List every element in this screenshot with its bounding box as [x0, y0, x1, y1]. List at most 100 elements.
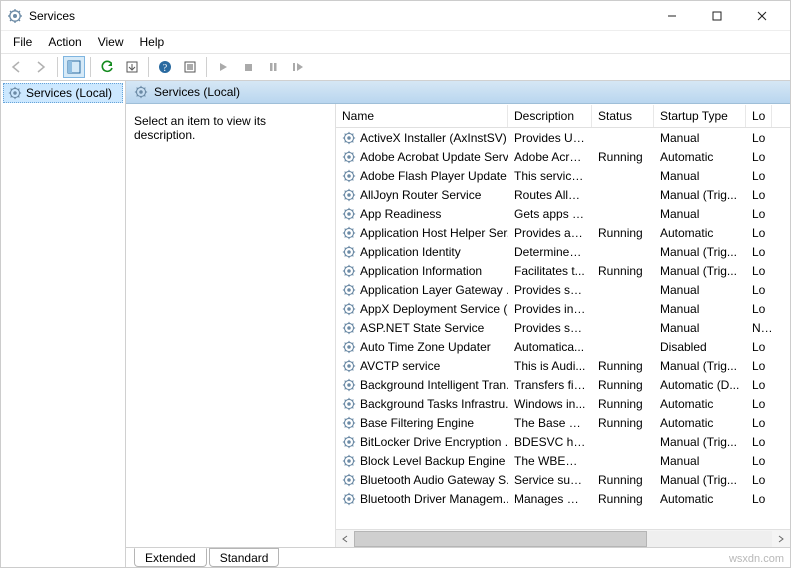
- service-name: Adobe Flash Player Update ...: [360, 169, 508, 183]
- table-row[interactable]: AVCTP serviceThis is Audi...RunningManua…: [336, 356, 790, 375]
- show-hide-console-tree-button[interactable]: [63, 56, 85, 78]
- service-name: App Readiness: [360, 207, 441, 221]
- scroll-thumb[interactable]: [354, 531, 647, 547]
- gear-icon: [342, 188, 356, 202]
- gear-icon: [342, 264, 356, 278]
- export-list-button[interactable]: [121, 56, 143, 78]
- column-headers: Name Description Status Startup Type Lo: [336, 104, 790, 128]
- table-row[interactable]: Background Intelligent Tran...Transfers …: [336, 375, 790, 394]
- table-row[interactable]: ASP.NET State ServiceProvides su...Manua…: [336, 318, 790, 337]
- table-row[interactable]: AppX Deployment Service (...Provides inf…: [336, 299, 790, 318]
- table-row[interactable]: Base Filtering EngineThe Base Fil...Runn…: [336, 413, 790, 432]
- service-status: Running: [592, 226, 654, 240]
- table-row[interactable]: Application InformationFacilitates t...R…: [336, 261, 790, 280]
- close-button[interactable]: [739, 2, 784, 30]
- service-logon: Lo: [746, 264, 772, 278]
- refresh-button[interactable]: [96, 56, 118, 78]
- service-description: Gets apps re...: [508, 207, 592, 221]
- header-status[interactable]: Status: [592, 105, 654, 127]
- service-startup: Manual (Trig...: [654, 435, 746, 449]
- tab-extended[interactable]: Extended: [134, 548, 207, 567]
- help-button[interactable]: ?: [154, 56, 176, 78]
- right-pane: Services (Local) Select an item to view …: [126, 81, 790, 567]
- table-row[interactable]: Background Tasks Infrastru...Windows in.…: [336, 394, 790, 413]
- toolbar-separator: [206, 57, 207, 77]
- table-row[interactable]: Auto Time Zone UpdaterAutomatica...Disab…: [336, 337, 790, 356]
- table-row[interactable]: Adobe Flash Player Update ...This servic…: [336, 166, 790, 185]
- service-startup: Manual: [654, 302, 746, 316]
- table-row[interactable]: ActiveX Installer (AxInstSV)Provides Us.…: [336, 128, 790, 147]
- service-description: BDESVC hos...: [508, 435, 592, 449]
- gear-icon: [342, 492, 356, 506]
- header-logon[interactable]: Lo: [746, 105, 772, 127]
- gear-icon: [342, 397, 356, 411]
- minimize-button[interactable]: [649, 2, 694, 30]
- menu-action[interactable]: Action: [40, 33, 89, 51]
- service-description: Provides su...: [508, 283, 592, 297]
- service-description: Provides inf...: [508, 302, 592, 316]
- gear-icon: [342, 416, 356, 430]
- forward-button[interactable]: [30, 56, 52, 78]
- table-row[interactable]: Block Level Backup Engine ...The WBENG..…: [336, 451, 790, 470]
- header-startup[interactable]: Startup Type: [654, 105, 746, 127]
- service-startup: Manual: [654, 131, 746, 145]
- service-logon: Lo: [746, 131, 772, 145]
- tab-standard[interactable]: Standard: [209, 548, 280, 567]
- properties-button[interactable]: [179, 56, 201, 78]
- service-startup: Manual (Trig...: [654, 264, 746, 278]
- toolbar-separator: [57, 57, 58, 77]
- menu-help[interactable]: Help: [132, 33, 173, 51]
- service-logon: Lo: [746, 397, 772, 411]
- service-startup: Automatic: [654, 150, 746, 164]
- table-row[interactable]: BitLocker Drive Encryption ...BDESVC hos…: [336, 432, 790, 451]
- service-logon: Lo: [746, 207, 772, 221]
- service-status: Running: [592, 378, 654, 392]
- gear-icon: [134, 85, 148, 99]
- gear-icon: [342, 321, 356, 335]
- table-row[interactable]: Application Layer Gateway ...Provides su…: [336, 280, 790, 299]
- service-name: Bluetooth Audio Gateway S...: [360, 473, 508, 487]
- horizontal-scrollbar[interactable]: [336, 529, 790, 547]
- pause-service-button[interactable]: [262, 56, 284, 78]
- tree-root-services-local[interactable]: Services (Local): [3, 83, 123, 103]
- service-logon: Lo: [746, 340, 772, 354]
- table-row[interactable]: Application IdentityDetermines ...Manual…: [336, 242, 790, 261]
- service-name: Application Information: [360, 264, 482, 278]
- service-startup: Disabled: [654, 340, 746, 354]
- table-row[interactable]: App ReadinessGets apps re...ManualLo: [336, 204, 790, 223]
- gear-icon: [8, 86, 22, 100]
- back-button[interactable]: [5, 56, 27, 78]
- scroll-right-icon[interactable]: [772, 531, 790, 547]
- header-name[interactable]: Name: [336, 105, 508, 127]
- service-status: Running: [592, 397, 654, 411]
- table-row[interactable]: Bluetooth Audio Gateway S...Service sup.…: [336, 470, 790, 489]
- table-row[interactable]: Bluetooth Driver Managem...Manages BT...…: [336, 489, 790, 508]
- table-row[interactable]: AllJoyn Router ServiceRoutes AllJo...Man…: [336, 185, 790, 204]
- service-name: ActiveX Installer (AxInstSV): [360, 131, 507, 145]
- gear-icon: [342, 150, 356, 164]
- service-logon: Lo: [746, 378, 772, 392]
- table-row[interactable]: Application Host Helper Ser...Provides a…: [336, 223, 790, 242]
- start-service-button[interactable]: [212, 56, 234, 78]
- header-description[interactable]: Description: [508, 105, 592, 127]
- scroll-track[interactable]: [354, 531, 772, 547]
- scroll-left-icon[interactable]: [336, 531, 354, 547]
- menu-view[interactable]: View: [90, 33, 132, 51]
- gear-icon: [342, 207, 356, 221]
- service-status: Running: [592, 264, 654, 278]
- service-logon: Lo: [746, 150, 772, 164]
- service-status: Running: [592, 473, 654, 487]
- maximize-button[interactable]: [694, 2, 739, 30]
- service-startup: Automatic (D...: [654, 378, 746, 392]
- service-description: Automatica...: [508, 340, 592, 354]
- menu-file[interactable]: File: [5, 33, 40, 51]
- table-row[interactable]: Adobe Acrobat Update Serv...Adobe Acro..…: [336, 147, 790, 166]
- service-startup: Automatic: [654, 416, 746, 430]
- restart-service-button[interactable]: [287, 56, 309, 78]
- gear-icon: [342, 359, 356, 373]
- service-startup: Automatic: [654, 397, 746, 411]
- service-status: Running: [592, 492, 654, 506]
- service-logon: Lo: [746, 416, 772, 430]
- service-name: Adobe Acrobat Update Serv...: [360, 150, 508, 164]
- stop-service-button[interactable]: [237, 56, 259, 78]
